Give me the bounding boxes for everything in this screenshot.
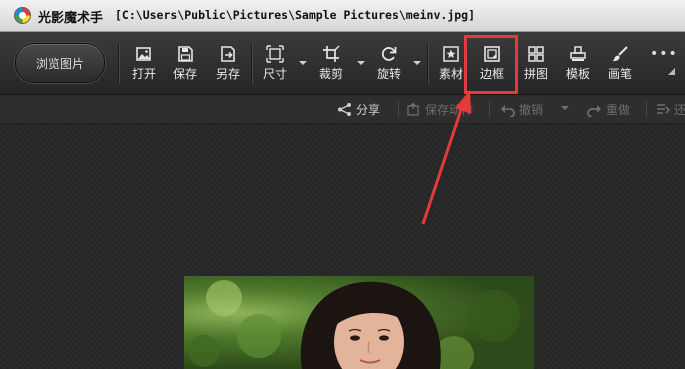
undo-icon (501, 105, 515, 118)
resize-button[interactable]: 尺寸 (258, 41, 292, 87)
portrait-photo (188, 280, 520, 369)
save-action-button[interactable]: 保存动作 (406, 101, 473, 118)
image-canvas[interactable] (0, 124, 685, 369)
save-as-icon (221, 46, 235, 62)
save-disk-icon (178, 46, 193, 62)
star-box-icon (443, 46, 459, 62)
browse-images-button[interactable]: 浏览图片 (15, 43, 105, 83)
redo-label: 重做 (606, 103, 631, 117)
tool-label: 旋转 (376, 67, 401, 81)
redo-icon (587, 105, 601, 118)
action-divider (398, 101, 399, 117)
rotate-icon (381, 47, 397, 61)
action-divider (489, 101, 490, 117)
tool-label: 尺寸 (262, 67, 287, 81)
grid-icon (528, 46, 544, 62)
toolbar-divider (427, 44, 428, 84)
title-bar: 光影魔术手 [C:\Users\Public\Pictures\Sample P… (0, 0, 685, 32)
undo-label: 撤销 (519, 103, 544, 117)
expand-corner-icon[interactable] (668, 68, 675, 75)
open-button[interactable]: 打开 (127, 41, 161, 87)
share-icon (338, 103, 351, 116)
brush-icon (612, 46, 628, 62)
crop-icon (323, 45, 340, 62)
crop-dropdown-icon[interactable] (357, 61, 365, 65)
file-path: [C:\Users\Public\Pictures\Sample Picture… (115, 8, 476, 22)
tool-label: 保存 (172, 67, 197, 81)
toolbar-divider (251, 44, 252, 84)
collage-button[interactable]: 拼图 (519, 41, 553, 87)
save-action-label: 保存动作 (425, 103, 474, 117)
material-button[interactable]: 素材 (434, 41, 468, 87)
tool-label: 拼图 (523, 67, 548, 81)
frame-button-highlight (464, 35, 518, 94)
stamp-icon (570, 46, 586, 61)
restore-button[interactable]: 还 (655, 101, 685, 118)
crop-button[interactable]: 裁剪 (314, 41, 348, 87)
rotate-button[interactable]: 旋转 (372, 41, 406, 87)
save-button[interactable]: 保存 (168, 41, 202, 87)
restore-label: 还 (674, 103, 685, 117)
action-bar: 分享 保存动作 撤销 重做 还 (0, 95, 685, 124)
photo-preview (184, 276, 534, 369)
save-action-icon (407, 102, 419, 116)
share-button[interactable]: 分享 (337, 101, 380, 118)
share-label: 分享 (356, 103, 381, 117)
main-toolbar: 浏览图片 打开 保存 另存 尺寸 裁剪 旋转 素材 边框 拼图 模板 画笔 ••… (0, 32, 685, 95)
tool-label: 画笔 (607, 67, 632, 81)
open-image-icon (136, 47, 151, 61)
toolbar-divider (118, 44, 119, 84)
resize-icon (266, 45, 284, 63)
undo-dropdown-icon[interactable] (561, 106, 569, 110)
template-button[interactable]: 模板 (561, 41, 595, 87)
save-as-button[interactable]: 另存 (211, 41, 245, 87)
tool-label: 模板 (565, 67, 590, 81)
action-divider (646, 101, 647, 117)
undo-button[interactable]: 撤销 (500, 101, 543, 118)
app-title: 光影魔术手 (38, 11, 104, 26)
redo-button[interactable]: 重做 (587, 101, 630, 118)
more-options-icon[interactable]: ••• (650, 46, 678, 62)
brush-button[interactable]: 画笔 (603, 41, 637, 87)
resize-dropdown-icon[interactable] (299, 61, 307, 65)
app-logo-icon (14, 7, 31, 24)
tool-label: 另存 (215, 67, 240, 81)
tool-label: 裁剪 (318, 67, 343, 81)
tool-label: 打开 (131, 67, 156, 81)
rotate-dropdown-icon[interactable] (413, 61, 421, 65)
tool-label: 素材 (438, 67, 463, 81)
restore-icon (657, 104, 671, 114)
